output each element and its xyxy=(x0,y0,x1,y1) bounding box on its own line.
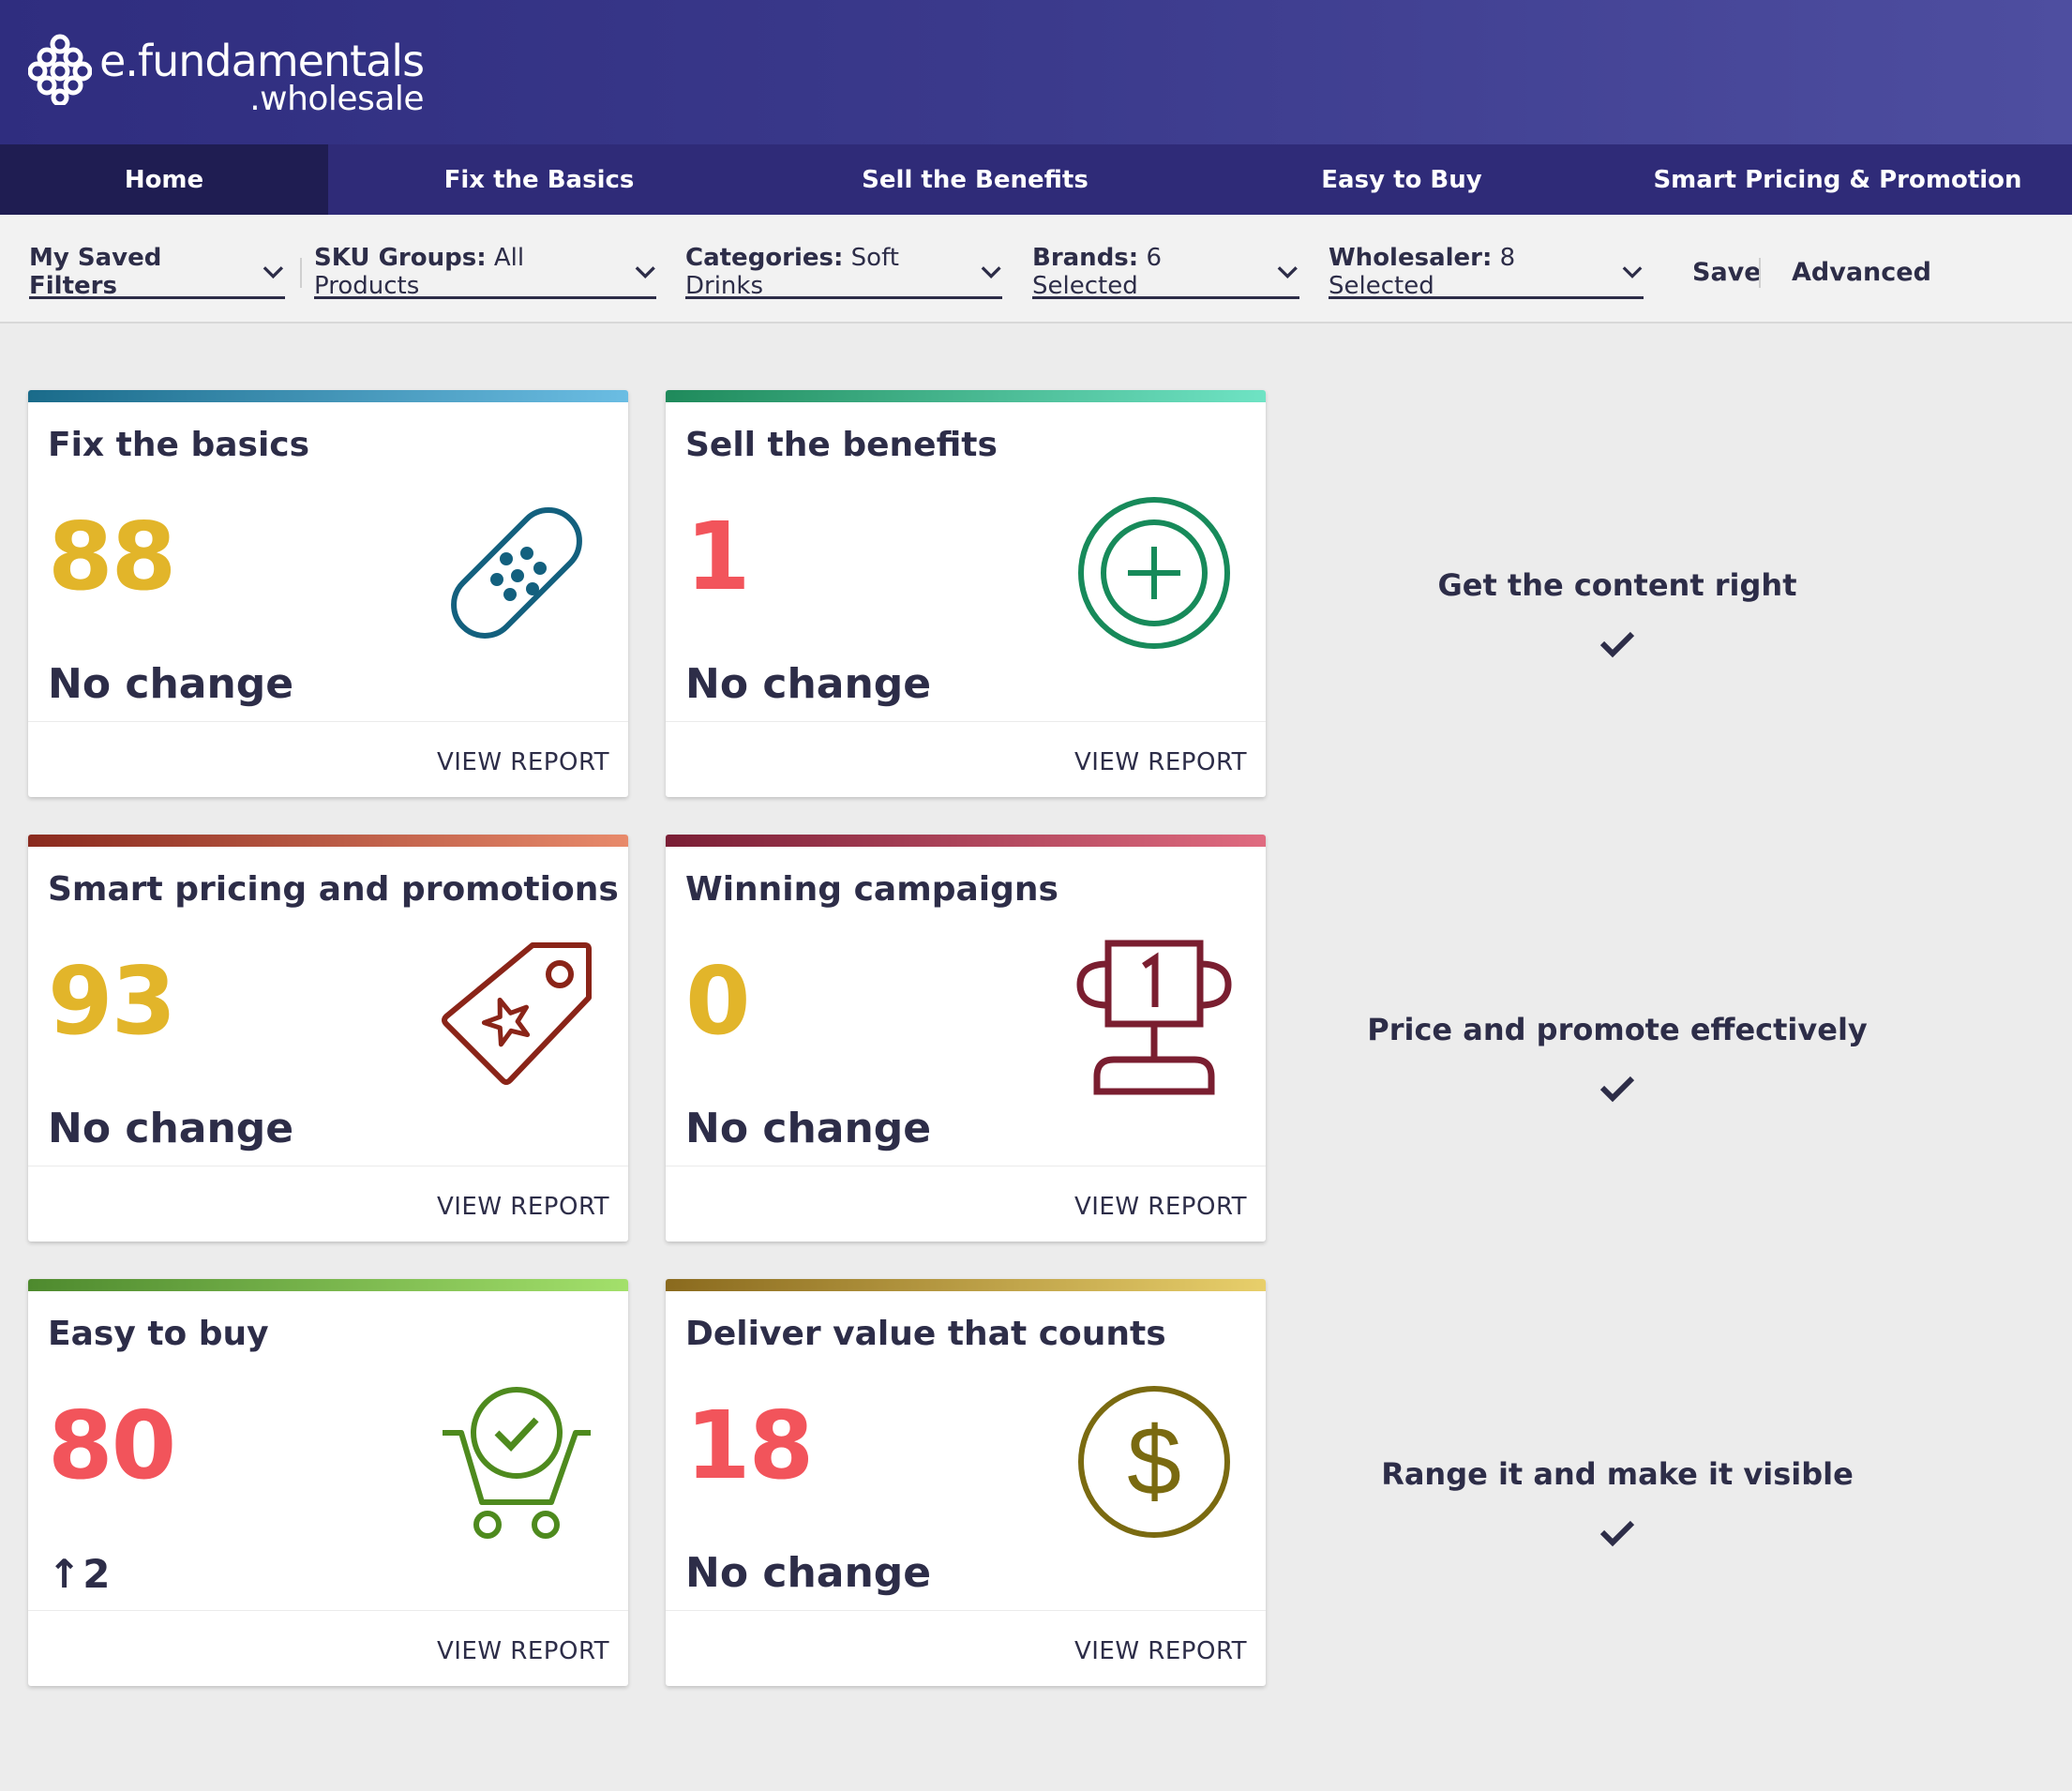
card-divider xyxy=(28,1610,628,1611)
card-change: No change xyxy=(685,1105,932,1152)
card-title: Sell the benefits xyxy=(685,426,998,464)
card-title: Fix the basics xyxy=(48,426,310,464)
view-report-link[interactable]: VIEW REPORT xyxy=(437,748,609,776)
side-label-price: Price and promote effectively xyxy=(1367,1012,1868,1047)
categories-label: Categories: xyxy=(685,243,844,272)
card-change: No change xyxy=(685,1549,932,1597)
card-divider xyxy=(666,721,1266,722)
arrow-up-icon: ↑ xyxy=(48,1551,82,1597)
dollar-circle-icon: $ xyxy=(1078,1386,1230,1538)
side-label-content: Get the content right xyxy=(1437,567,1797,603)
nav-fix-the-basics[interactable]: Fix the Basics xyxy=(328,144,750,215)
brand-sub: .wholesale xyxy=(249,80,425,118)
price-tag-star-icon xyxy=(442,942,592,1085)
card-change: ↑ 2 xyxy=(48,1551,110,1597)
card-score: 18 xyxy=(685,1391,814,1500)
filter-separator xyxy=(300,258,302,288)
card-divider xyxy=(666,1610,1266,1611)
card-accent-bar xyxy=(666,390,1266,402)
brand-name: e.fundamentals xyxy=(99,36,425,86)
chevron-down-icon xyxy=(263,265,284,278)
wholesaler-label: Wholesaler: xyxy=(1329,243,1493,272)
card-title: Winning campaigns xyxy=(685,870,1059,909)
brands-label: Brands: xyxy=(1032,243,1139,272)
chevron-down-icon xyxy=(981,265,1001,278)
check-icon xyxy=(1599,631,1635,658)
card-winning-campaigns: Winning campaigns 0 No change VIEW REPOR… xyxy=(666,835,1266,1242)
card-accent-bar xyxy=(28,390,628,402)
nav-smart-pricing-promotion[interactable]: Smart Pricing & Promotion xyxy=(1603,144,2072,215)
view-report-link[interactable]: VIEW REPORT xyxy=(437,1637,609,1665)
card-smart-pricing: Smart pricing and promotions 93 No chang… xyxy=(28,835,628,1242)
brand-logo[interactable]: e.fundamentals .wholesale xyxy=(28,32,425,118)
check-icon xyxy=(1599,1520,1635,1547)
save-button[interactable]: Save xyxy=(1692,258,1762,287)
nav-home[interactable]: Home xyxy=(0,144,328,215)
svg-text:$: $ xyxy=(1127,1407,1181,1516)
card-score: 93 xyxy=(48,946,176,1056)
plus-circle-icon xyxy=(1078,497,1230,649)
chevron-down-icon xyxy=(635,265,655,278)
main-nav: Home Fix the Basics Sell the Benefits Ea… xyxy=(0,144,2072,215)
card-accent-bar xyxy=(28,835,628,847)
card-sell-the-benefits: Sell the benefits 1 No change VIEW REPOR… xyxy=(666,390,1266,797)
categories-dropdown[interactable]: Categories: Soft Drinks xyxy=(685,244,1002,300)
side-label-range: Range it and make it visible xyxy=(1381,1456,1854,1492)
filter-separator xyxy=(1759,258,1761,288)
logo-mark-icon xyxy=(28,34,92,105)
card-title: Smart pricing and promotions xyxy=(48,870,619,909)
wholesaler-dropdown[interactable]: Wholesaler: 8 Selected xyxy=(1329,244,1644,300)
sku-groups-dropdown[interactable]: SKU Groups: All Products xyxy=(314,244,656,300)
brands-dropdown[interactable]: Brands: 6 Selected xyxy=(1032,244,1299,300)
chevron-down-icon xyxy=(1622,265,1643,278)
card-change: No change xyxy=(48,1105,294,1152)
card-score: 1 xyxy=(685,502,751,611)
card-accent-bar xyxy=(666,1279,1266,1291)
card-score: 0 xyxy=(685,946,751,1056)
app-header: e.fundamentals .wholesale xyxy=(0,0,2072,144)
card-change: No change xyxy=(48,660,294,708)
nav-easy-to-buy[interactable]: Easy to Buy xyxy=(1200,144,1603,215)
card-title: Easy to buy xyxy=(48,1315,269,1353)
card-title: Deliver value that counts xyxy=(685,1315,1166,1353)
cart-check-icon xyxy=(443,1387,591,1539)
trophy-icon xyxy=(1076,940,1232,1095)
card-score: 88 xyxy=(48,502,176,611)
card-change: No change xyxy=(685,660,932,708)
bandage-icon xyxy=(451,507,582,639)
card-easy-to-buy: Easy to buy 80 ↑ 2 VIEW REPORT xyxy=(28,1279,628,1686)
view-report-link[interactable]: VIEW REPORT xyxy=(437,1193,609,1221)
view-report-link[interactable]: VIEW REPORT xyxy=(1074,748,1247,776)
filter-bar: My Saved Filters SKU Groups: All Product… xyxy=(0,215,2072,324)
card-fix-the-basics: Fix the basics 88 No change VIEW REPORT xyxy=(28,390,628,797)
card-accent-bar xyxy=(666,835,1266,847)
card-accent-bar xyxy=(28,1279,628,1291)
nav-sell-the-benefits[interactable]: Sell the Benefits xyxy=(750,144,1200,215)
view-report-link[interactable]: VIEW REPORT xyxy=(1074,1193,1247,1221)
view-report-link[interactable]: VIEW REPORT xyxy=(1074,1637,1247,1665)
card-deliver-value: Deliver value that counts 18 No change $… xyxy=(666,1279,1266,1686)
advanced-button[interactable]: Advanced xyxy=(1792,258,1931,287)
card-score: 80 xyxy=(48,1391,176,1500)
card-divider xyxy=(28,721,628,722)
card-change-value: 2 xyxy=(83,1551,111,1597)
saved-filters-label: My Saved Filters xyxy=(29,243,162,300)
check-icon xyxy=(1599,1076,1635,1103)
chevron-down-icon xyxy=(1278,265,1299,278)
sku-groups-label: SKU Groups: xyxy=(314,243,487,272)
saved-filters-dropdown[interactable]: My Saved Filters xyxy=(29,244,285,300)
